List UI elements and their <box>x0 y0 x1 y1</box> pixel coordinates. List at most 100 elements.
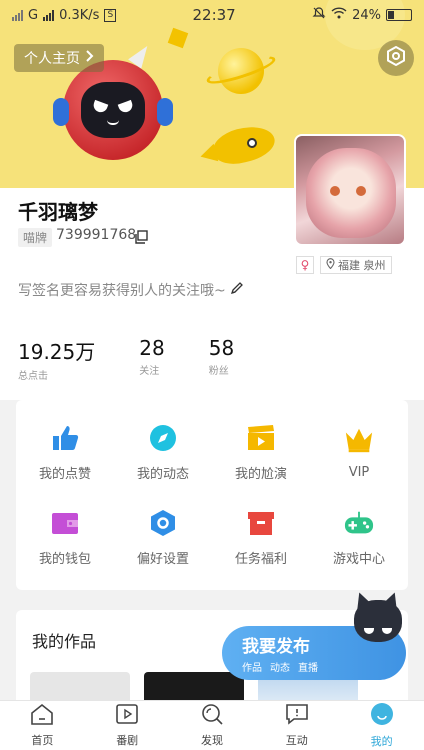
publish-options: 作品 动态 直播 <box>242 659 318 674</box>
location-badge: 福建 泉州 <box>320 256 392 274</box>
robot-face <box>81 82 145 138</box>
battery-percent: 24% <box>352 7 381 23</box>
signal-icon <box>43 9 55 21</box>
menu-label: 我的动态 <box>136 467 189 482</box>
menu-task-rewards[interactable]: 任务福利 <box>212 495 310 580</box>
works-title: 我的作品 <box>32 632 97 651</box>
publish-option: 直播 <box>298 663 318 674</box>
message-icon <box>285 703 309 729</box>
hexagon-gear-icon <box>148 508 178 538</box>
network-speed: 0.3K/s <box>59 7 100 23</box>
s-badge: S <box>104 8 117 22</box>
gift-box-icon <box>246 508 276 538</box>
publish-option: 作品 <box>242 663 262 674</box>
nav-home[interactable]: 首页 <box>0 701 85 750</box>
menu-preferences[interactable]: 偏好设置 <box>114 495 212 580</box>
menu-my-wallet[interactable]: 我的钱包 <box>16 495 114 580</box>
username: 千羽璃梦 <box>18 200 98 224</box>
stat-value: 58 <box>208 336 235 360</box>
crown-icon <box>344 425 374 455</box>
publish-label: 我要发布 <box>242 637 310 657</box>
avatar-eyes <box>330 186 376 196</box>
nav-discover[interactable]: 发现 <box>170 701 255 750</box>
menu-label: 我的点赞 <box>38 467 91 482</box>
clapperboard-icon <box>246 423 276 453</box>
robot-eye <box>91 99 109 115</box>
user-tag: 喵牌 <box>18 228 53 247</box>
clock: 22:37 <box>192 6 236 24</box>
robot-ear-right <box>157 98 173 126</box>
user-id: 739991768 <box>56 227 137 243</box>
publish-option: 动态 <box>270 663 290 674</box>
menu-label: 任务福利 <box>234 552 287 567</box>
signal-icon <box>12 9 23 21</box>
menu-game-center[interactable]: 游戏中心 <box>310 495 408 580</box>
mute-bell-icon <box>312 6 326 24</box>
nav-label: 互动 <box>285 734 308 747</box>
cat-arm <box>350 590 406 646</box>
signature-text: 写签名更容易获得别人的关注哦~ <box>18 283 226 299</box>
menu-label: VIP <box>348 465 370 480</box>
wifi-icon <box>331 7 347 23</box>
status-bar: G 0.3K/s S 22:37 24% <box>0 0 424 30</box>
bottom-navigation: 首页 番剧 发现 互动 我的 <box>0 700 424 750</box>
status-right: 24% <box>312 6 412 24</box>
menu-my-performance[interactable]: 我的尬演 <box>212 410 310 495</box>
gear-icon <box>386 45 406 70</box>
nav-label: 我的 <box>370 735 393 748</box>
robot-mascot <box>53 41 173 160</box>
robot-mouth <box>107 120 119 125</box>
stat-value: 19.25万 <box>18 340 96 364</box>
stat-label: 关注 <box>139 366 160 377</box>
menu-label: 我的尬演 <box>234 467 287 482</box>
stat-label: 总点击 <box>18 371 48 382</box>
chevron-right-icon <box>86 50 94 66</box>
network-type: G <box>28 7 39 23</box>
stats-row: 19.25万 总点击 28 关注 58 粉丝 <box>18 336 278 382</box>
stat-total-clicks[interactable]: 19.25万 总点击 <box>18 336 95 382</box>
search-icon <box>200 703 224 729</box>
menu-label: 偏好设置 <box>136 552 189 567</box>
avatar[interactable] <box>294 134 406 246</box>
thumbs-up-icon <box>50 423 80 453</box>
nav-anime[interactable]: 番剧 <box>85 701 170 750</box>
personal-homepage-button[interactable]: 个人主页 <box>14 44 104 72</box>
location-pin-icon <box>326 258 335 272</box>
feature-menu-grid: 我的点赞 我的动态 我的尬演 VIP 我的钱包 偏好设置 任务福利 游戏中心 <box>16 400 408 590</box>
gender-female-icon: ♀ <box>296 256 314 274</box>
nav-mine[interactable]: 我的 <box>339 701 424 750</box>
stat-value: 28 <box>139 336 165 360</box>
play-square-icon <box>115 703 139 729</box>
menu-label: 我的钱包 <box>38 552 91 567</box>
menu-my-likes[interactable]: 我的点赞 <box>16 410 114 495</box>
edit-pencil-icon <box>230 281 244 299</box>
copy-icon[interactable] <box>134 229 148 244</box>
decorative-shape <box>167 27 189 49</box>
nav-label: 番剧 <box>116 734 139 747</box>
fish-eye-decoration <box>247 138 257 148</box>
robot-eye <box>117 99 135 115</box>
location-text: 福建 泉州 <box>338 259 386 272</box>
nav-label: 发现 <box>200 734 223 747</box>
status-left: G 0.3K/s S <box>12 7 117 23</box>
stat-fans[interactable]: 58 粉丝 <box>209 336 234 382</box>
menu-my-posts[interactable]: 我的动态 <box>114 410 212 495</box>
stat-label: 粉丝 <box>208 366 229 377</box>
home-icon <box>30 703 54 729</box>
robot-ear-left <box>53 98 69 126</box>
gamepad-icon <box>344 508 374 538</box>
profile-circle-icon <box>370 702 394 730</box>
personal-homepage-label: 个人主页 <box>24 51 80 67</box>
menu-label: 游戏中心 <box>332 552 385 567</box>
signature[interactable]: 写签名更容易获得别人的关注哦~ <box>18 280 244 300</box>
fish-decoration <box>209 120 279 170</box>
wallet-icon <box>50 508 80 538</box>
nav-label: 首页 <box>31 734 54 747</box>
menu-vip[interactable]: VIP <box>310 410 408 495</box>
stat-following[interactable]: 28 关注 <box>139 336 164 382</box>
nav-interact[interactable]: 互动 <box>254 701 339 750</box>
compass-icon <box>148 423 178 453</box>
battery-icon <box>385 9 412 21</box>
robot-spike <box>128 41 154 69</box>
settings-button[interactable] <box>378 40 414 76</box>
